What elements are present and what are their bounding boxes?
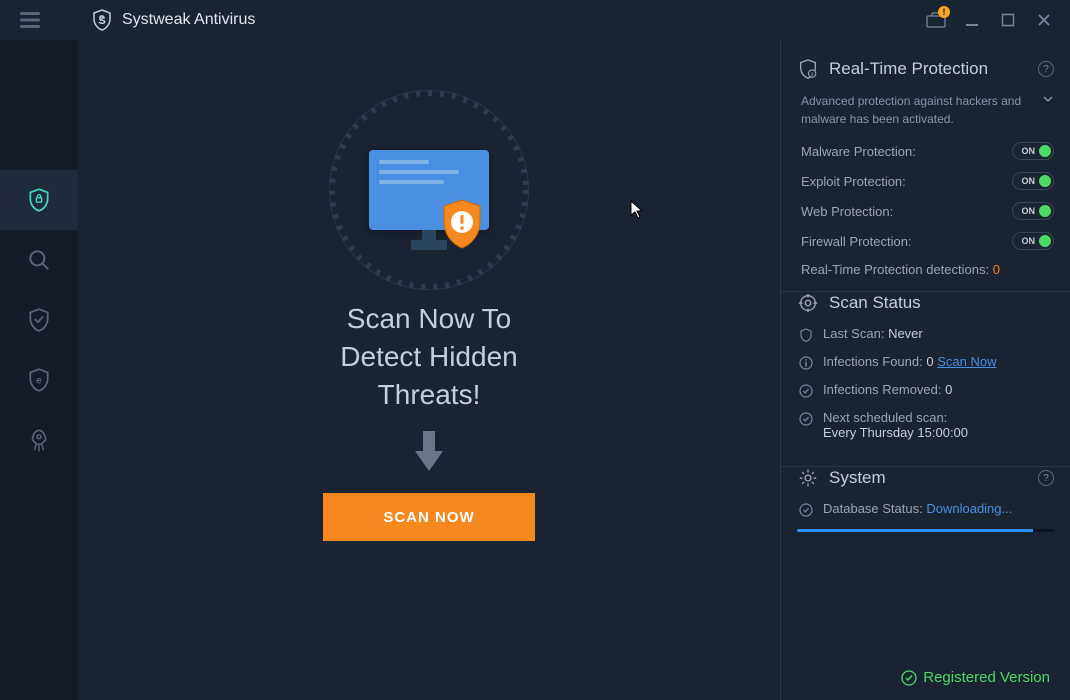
- rtp-detections: Real-Time Protection detections: 0: [797, 262, 1054, 277]
- shield-info-icon: i: [797, 58, 819, 80]
- headline-text: Scan Now To Detect Hidden Threats!: [340, 300, 517, 413]
- shield-e-icon: e: [26, 367, 52, 393]
- rtp-collapse-button[interactable]: [1042, 92, 1054, 110]
- check-circle-icon: [799, 503, 813, 517]
- arrow-down-icon: [411, 427, 447, 475]
- scan-status-panel: Scan Status Last Scan: Never Infections …: [781, 292, 1070, 467]
- minimize-button[interactable]: [954, 2, 990, 38]
- sidebar-item-scan[interactable]: [0, 230, 78, 290]
- scan-now-link[interactable]: Scan Now: [937, 354, 996, 369]
- sidebar-item-quarantine[interactable]: [0, 290, 78, 350]
- toggle-label: Firewall Protection:: [801, 234, 912, 249]
- svg-text:S: S: [98, 15, 105, 27]
- sidebar-item-exploit[interactable]: e: [0, 350, 78, 410]
- svg-text:e: e: [36, 375, 42, 386]
- warning-shield-icon: [440, 198, 484, 250]
- close-button[interactable]: [1026, 2, 1062, 38]
- system-title: System: [829, 468, 1028, 488]
- infections-found-row: Infections Found: 0 Scan Now: [797, 354, 1054, 370]
- rocket-icon: [26, 427, 52, 453]
- maximize-icon: [1001, 13, 1015, 27]
- scan-status-title: Scan Status: [829, 293, 1054, 313]
- registered-version-text: Registered Version: [923, 669, 1050, 686]
- toggle-row-web: Web Protection: ON: [797, 202, 1054, 220]
- chevron-down-icon: [1042, 93, 1054, 105]
- app-window: S Systweak Antivirus !: [0, 0, 1070, 700]
- next-scan-row: Next scheduled scan: Every Thursday 15:0…: [797, 410, 1054, 440]
- right-panel: i Real-Time Protection ? Advanced protec…: [780, 40, 1070, 700]
- toggle-row-malware: Malware Protection: ON: [797, 142, 1054, 160]
- shield-small-icon: [799, 328, 813, 342]
- rtp-detections-count: 0: [993, 262, 1000, 277]
- app-title-text: Systweak Antivirus: [122, 11, 255, 29]
- app-logo-icon: S: [90, 8, 114, 32]
- target-icon: [797, 292, 819, 314]
- last-scan-row: Last Scan: Never: [797, 326, 1054, 342]
- system-panel: System ? Database Status: Downloading...: [781, 467, 1070, 546]
- scan-now-button[interactable]: SCAN NOW: [323, 493, 534, 541]
- rtp-help-button[interactable]: ?: [1038, 61, 1054, 77]
- toggle-row-exploit: Exploit Protection: ON: [797, 172, 1054, 190]
- maximize-button[interactable]: [990, 2, 1026, 38]
- web-protection-toggle[interactable]: ON: [1012, 202, 1054, 220]
- system-help-button[interactable]: ?: [1038, 470, 1054, 486]
- registered-version-badge: Registered Version: [901, 669, 1050, 686]
- titlebar: S Systweak Antivirus !: [0, 0, 1070, 40]
- check-circle-icon: [901, 670, 917, 686]
- shield-check-icon: [26, 307, 52, 333]
- close-icon: [1037, 13, 1051, 27]
- check-circle-icon: [799, 412, 813, 426]
- sidebar-item-protection[interactable]: [0, 170, 78, 230]
- realtime-protection-panel: i Real-Time Protection ? Advanced protec…: [781, 58, 1070, 292]
- database-status-row: Database Status: Downloading...: [797, 501, 1054, 517]
- rtp-title: Real-Time Protection: [829, 59, 1028, 79]
- scan-illustration: [324, 100, 534, 280]
- main-content: Scan Now To Detect Hidden Threats! SCAN …: [78, 40, 1070, 700]
- database-download-progress: [797, 529, 1054, 532]
- database-status-value: Downloading...: [926, 501, 1012, 516]
- firewall-protection-toggle[interactable]: ON: [1012, 232, 1054, 250]
- search-icon: [26, 247, 52, 273]
- check-circle-icon: [799, 384, 813, 398]
- shield-lock-icon: [26, 187, 52, 213]
- toggle-row-firewall: Firewall Protection: ON: [797, 232, 1054, 250]
- exploit-protection-toggle[interactable]: ON: [1012, 172, 1054, 190]
- toggle-label: Malware Protection:: [801, 144, 916, 159]
- toggle-label: Web Protection:: [801, 204, 893, 219]
- infections-removed-row: Infections Removed: 0: [797, 382, 1054, 398]
- hamburger-icon: [18, 8, 42, 32]
- notification-badge: !: [938, 6, 950, 18]
- gear-icon: [797, 467, 819, 489]
- center-panel: Scan Now To Detect Hidden Threats! SCAN …: [78, 40, 780, 700]
- app-title: S Systweak Antivirus: [90, 8, 255, 32]
- toggle-label: Exploit Protection:: [801, 174, 906, 189]
- sidebar-item-optimize[interactable]: [0, 410, 78, 470]
- sidebar: e: [0, 40, 78, 700]
- notifications-button[interactable]: !: [918, 2, 954, 38]
- minimize-icon: [965, 13, 979, 27]
- rtp-description: Advanced protection against hackers and …: [801, 92, 1034, 128]
- info-circle-icon: [799, 356, 813, 370]
- hamburger-menu-button[interactable]: [0, 0, 60, 40]
- malware-protection-toggle[interactable]: ON: [1012, 142, 1054, 160]
